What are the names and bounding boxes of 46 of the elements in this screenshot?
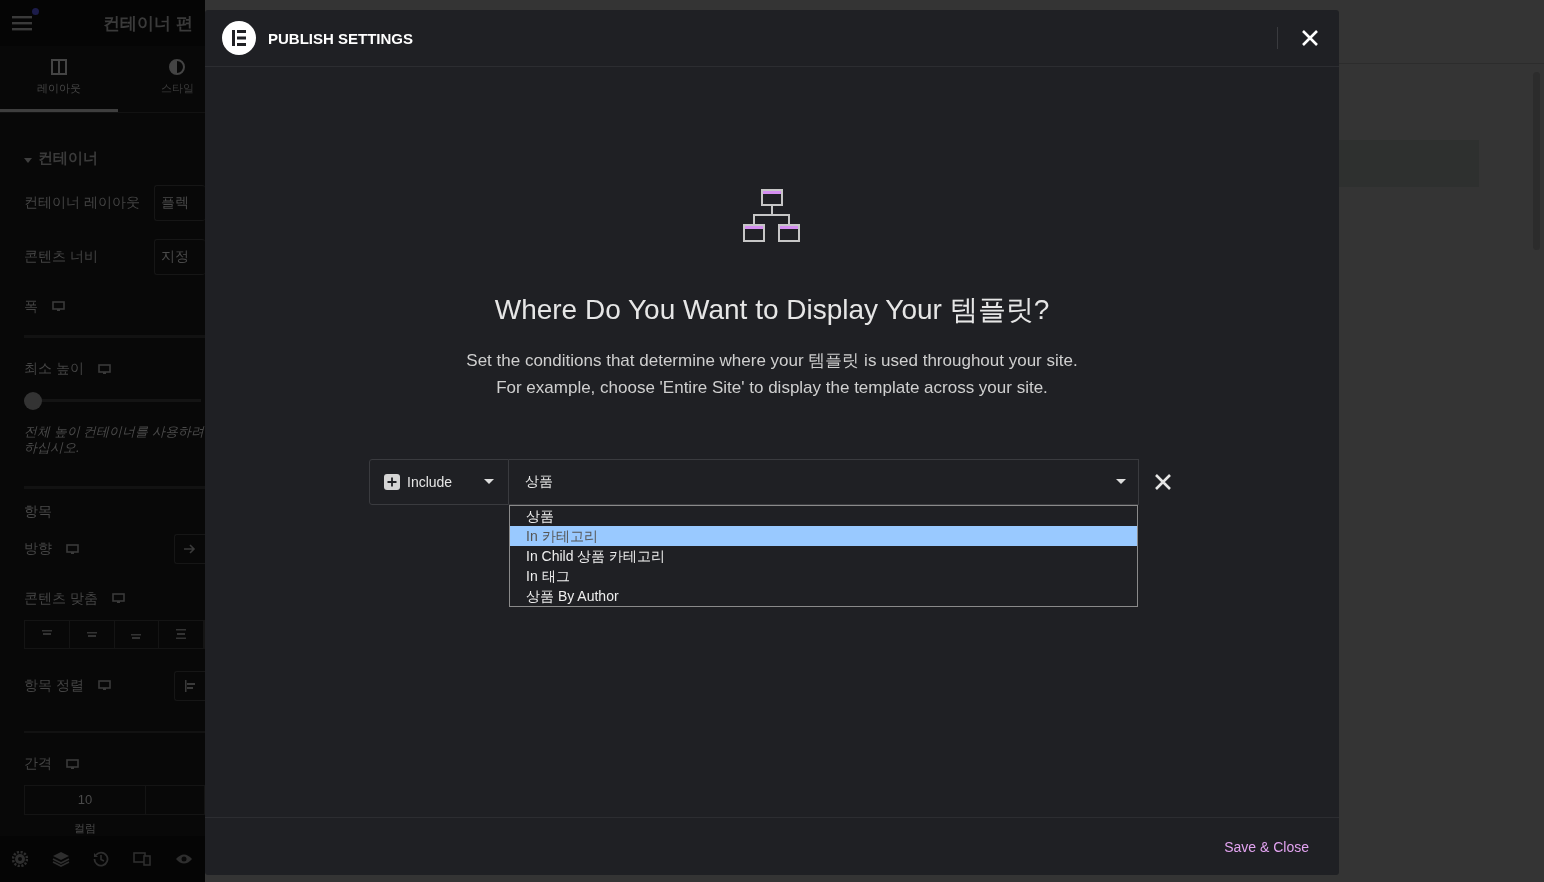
- align-start-icon: [184, 679, 196, 692]
- dropdown-option[interactable]: In 태그: [510, 566, 1137, 586]
- dialog-title: PUBLISH SETTINGS: [268, 29, 413, 47]
- slider-thumb[interactable]: [24, 391, 42, 410]
- columns-icon: [51, 59, 67, 75]
- caret-icon: [24, 158, 32, 164]
- control-label: 콘텐츠 맞춤: [24, 589, 98, 608]
- caret-icon: [1116, 479, 1126, 485]
- control-label: 폭: [24, 297, 38, 316]
- dialog-heading: Where Do You Want to Display Your 템플릿?: [494, 293, 1050, 327]
- desktop-icon[interactable]: [97, 680, 111, 692]
- dropdown-option[interactable]: 상품: [510, 506, 1137, 526]
- dropdown-option[interactable]: In Child 상품 카테고리: [510, 546, 1137, 566]
- condition-select[interactable]: 상품: [509, 459, 1139, 505]
- desktop-icon[interactable]: [97, 363, 111, 375]
- control-label: 간격: [24, 755, 52, 774]
- subsection-heading: 항목: [24, 502, 53, 521]
- dropdown-option[interactable]: In 카테고리: [510, 526, 1137, 546]
- help-text: 전체 높이 컨테이너를 사용하려 하십시오.: [24, 423, 205, 456]
- sitemap-icon: [743, 189, 801, 243]
- desktop-icon[interactable]: [52, 301, 65, 313]
- notification-dot: [32, 8, 39, 15]
- caret-icon: [484, 479, 494, 485]
- logo-icon: [222, 21, 256, 55]
- layers-icon[interactable]: [51, 851, 70, 867]
- desktop-icon[interactable]: [66, 758, 79, 770]
- menu-icon[interactable]: [12, 15, 32, 31]
- settings-icon[interactable]: [11, 851, 28, 867]
- contrast-icon: [169, 59, 185, 75]
- responsive-icon[interactable]: [133, 852, 152, 866]
- dialog-description: Set the conditions that determine where your 템플릿 is used throughout your site. For example, choose 'Entire Site' to display the template across your site.: [466, 350, 1078, 399]
- history-icon[interactable]: [93, 851, 110, 867]
- include-select[interactable]: Include: [369, 459, 509, 505]
- dropdown-option[interactable]: 상품 By Author: [510, 586, 1137, 606]
- justify-icon: [174, 629, 189, 640]
- control-label: 항목 정렬: [24, 676, 84, 695]
- justify-icon: [84, 629, 99, 640]
- plus-icon: [384, 474, 400, 490]
- eye-icon[interactable]: [175, 853, 194, 865]
- arrow-icon: [184, 544, 196, 555]
- desktop-icon[interactable]: [111, 593, 125, 605]
- control-label: 최소 높이: [24, 360, 84, 379]
- save-close-button[interactable]: Save & Close: [1222, 834, 1311, 859]
- desktop-icon[interactable]: [66, 543, 79, 555]
- control-label: 방향: [24, 540, 52, 559]
- control-label: 컨테이너 레이아웃: [24, 194, 140, 212]
